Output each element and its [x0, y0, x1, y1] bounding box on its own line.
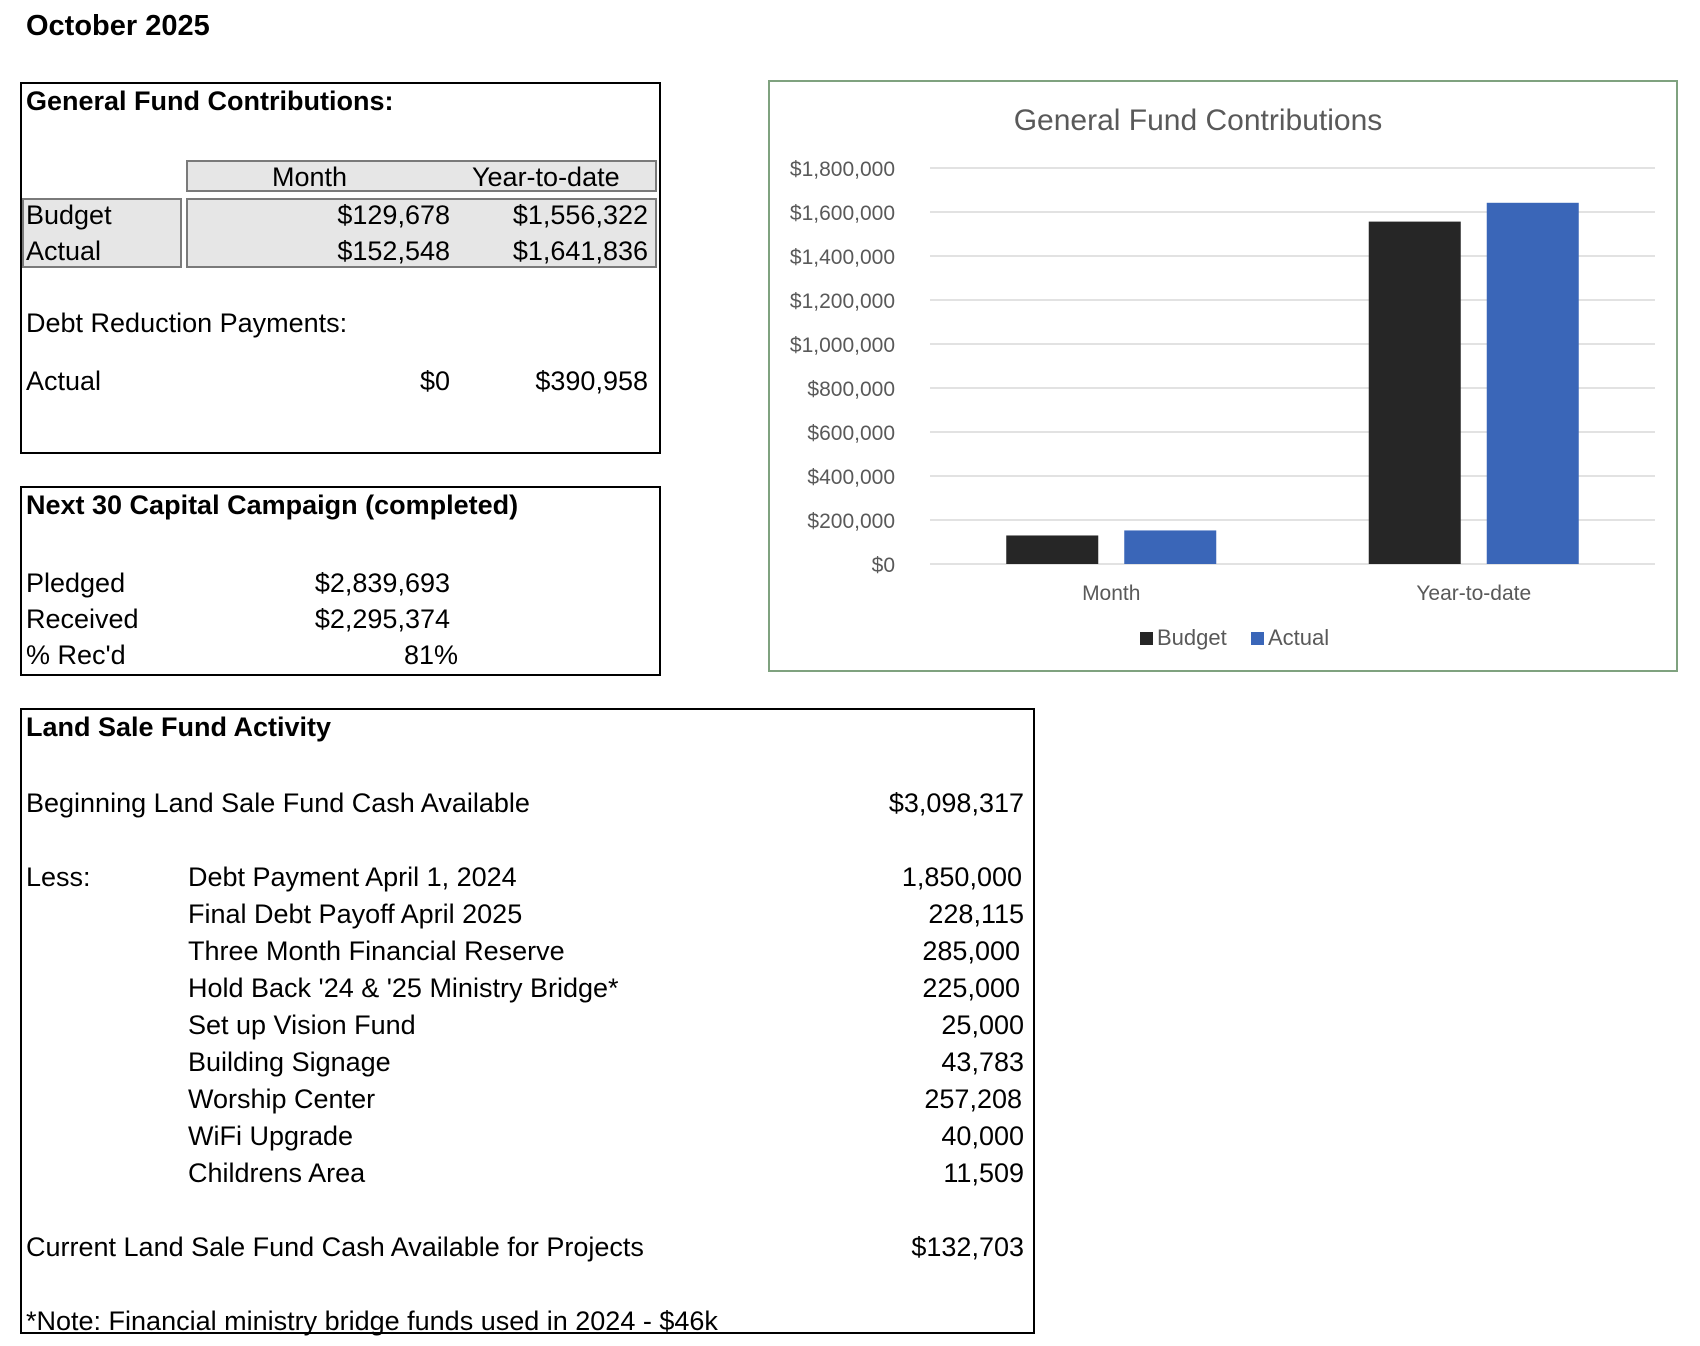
expense-item-value: 40,000	[941, 1121, 1024, 1151]
land-sale-box: Land Sale Fund Activity Beginning Land S…	[20, 708, 1035, 1336]
y-tick-label: $1,400,000	[790, 246, 895, 269]
y-tick-label: $1,000,000	[790, 334, 895, 357]
legend-swatch	[1140, 632, 1153, 645]
pledged-value: $2,839,693	[314, 568, 450, 598]
less-label: Less:	[26, 862, 91, 892]
percent-received-label: % Rec'd	[26, 640, 126, 670]
footnote: *Note: Financial ministry bridge funds u…	[26, 1306, 718, 1336]
received-value: $2,295,374	[314, 604, 450, 634]
budget-ytd: $1,556,322	[512, 200, 648, 230]
y-tick-label: $600,000	[807, 422, 895, 445]
bar-budget	[1006, 535, 1099, 564]
expense-item-label: Building Signage	[188, 1047, 391, 1077]
expense-item-label: Debt Payment April 1, 2024	[188, 862, 517, 892]
general-fund-box: General Fund Contributions: Month Year-t…	[20, 82, 661, 454]
current-cash-label: Current Land Sale Fund Cash Available fo…	[26, 1232, 644, 1262]
actual-month: $152,548	[337, 236, 450, 266]
x-tick-label: Year-to-date	[1416, 582, 1531, 605]
col-month-header: Month	[272, 162, 348, 192]
expense-item-label: Worship Center	[188, 1084, 376, 1114]
capital-campaign-heading: Next 30 Capital Campaign (completed)	[26, 490, 519, 520]
bar-chart: General Fund Contributions $0 $200,000 $400…	[790, 104, 1655, 650]
expense-item-label: Childrens Area	[188, 1158, 366, 1188]
percent-received-value: 81%	[403, 640, 458, 670]
beginning-cash-label: Beginning Land Sale Fund Cash Available	[26, 788, 530, 818]
budget-month: $129,678	[337, 200, 450, 230]
expense-item-label: Final Debt Payoff April 2025	[188, 899, 523, 929]
bar-actual	[1124, 530, 1217, 564]
expense-item-value: 11,509	[943, 1158, 1024, 1188]
y-tick-label: $200,000	[807, 510, 895, 533]
y-tick-label: $1,200,000	[790, 290, 895, 313]
general-fund-heading: General Fund Contributions:	[26, 86, 394, 116]
bar-actual	[1486, 202, 1579, 564]
actual-ytd: $1,641,836	[512, 236, 648, 266]
expense-item-value: 285,000	[922, 936, 1020, 966]
land-sale-heading: Land Sale Fund Activity	[26, 712, 332, 742]
legend-label: Actual	[1268, 625, 1329, 650]
debt-actual-label: Actual	[26, 366, 102, 396]
chart-panel: General Fund Contributions $0 $200,000 $400…	[768, 80, 1678, 672]
legend-label: Budget	[1157, 625, 1227, 650]
y-tick-label: $0	[872, 554, 895, 577]
page-title: October 2025	[26, 10, 210, 42]
x-tick-label: Month	[1082, 582, 1140, 605]
expense-item-label: Set up Vision Fund	[188, 1010, 416, 1040]
y-tick-label: $400,000	[807, 466, 895, 489]
expense-item-value: 1,850,000	[901, 862, 1022, 892]
debt-ytd: $390,958	[535, 366, 648, 396]
expense-item-label: Three Month Financial Reserve	[188, 936, 565, 966]
chart-title: General Fund Contributions	[1014, 104, 1383, 137]
bar-budget	[1368, 221, 1461, 564]
capital-campaign-box: Next 30 Capital Campaign (completed) Ple…	[20, 486, 661, 676]
expense-item-label: WiFi Upgrade	[188, 1121, 354, 1151]
expense-item-label: Hold Back '24 & '25 Ministry Bridge*	[188, 973, 619, 1003]
expense-item-value: 225,000	[922, 973, 1020, 1003]
expense-item-value: 257,208	[924, 1084, 1022, 1114]
pledged-label: Pledged	[26, 568, 126, 598]
debt-heading: Debt Reduction Payments:	[26, 308, 348, 338]
beginning-cash-value: $3,098,317	[888, 788, 1024, 818]
expense-item-value: 43,783	[941, 1047, 1024, 1077]
col-ytd-header: Year-to-date	[472, 162, 620, 192]
y-tick-label: $800,000	[807, 378, 895, 401]
expense-item-value: 25,000	[941, 1010, 1024, 1040]
y-tick-label: $1,600,000	[790, 202, 895, 225]
received-label: Received	[26, 604, 139, 634]
actual-label: Actual	[26, 236, 102, 266]
current-cash-value: $132,703	[911, 1232, 1024, 1262]
budget-label: Budget	[26, 200, 112, 230]
debt-month: $0	[419, 366, 450, 396]
y-tick-label: $1,800,000	[790, 158, 895, 181]
legend-swatch	[1251, 632, 1264, 645]
expense-item-value: 228,115	[928, 899, 1024, 929]
